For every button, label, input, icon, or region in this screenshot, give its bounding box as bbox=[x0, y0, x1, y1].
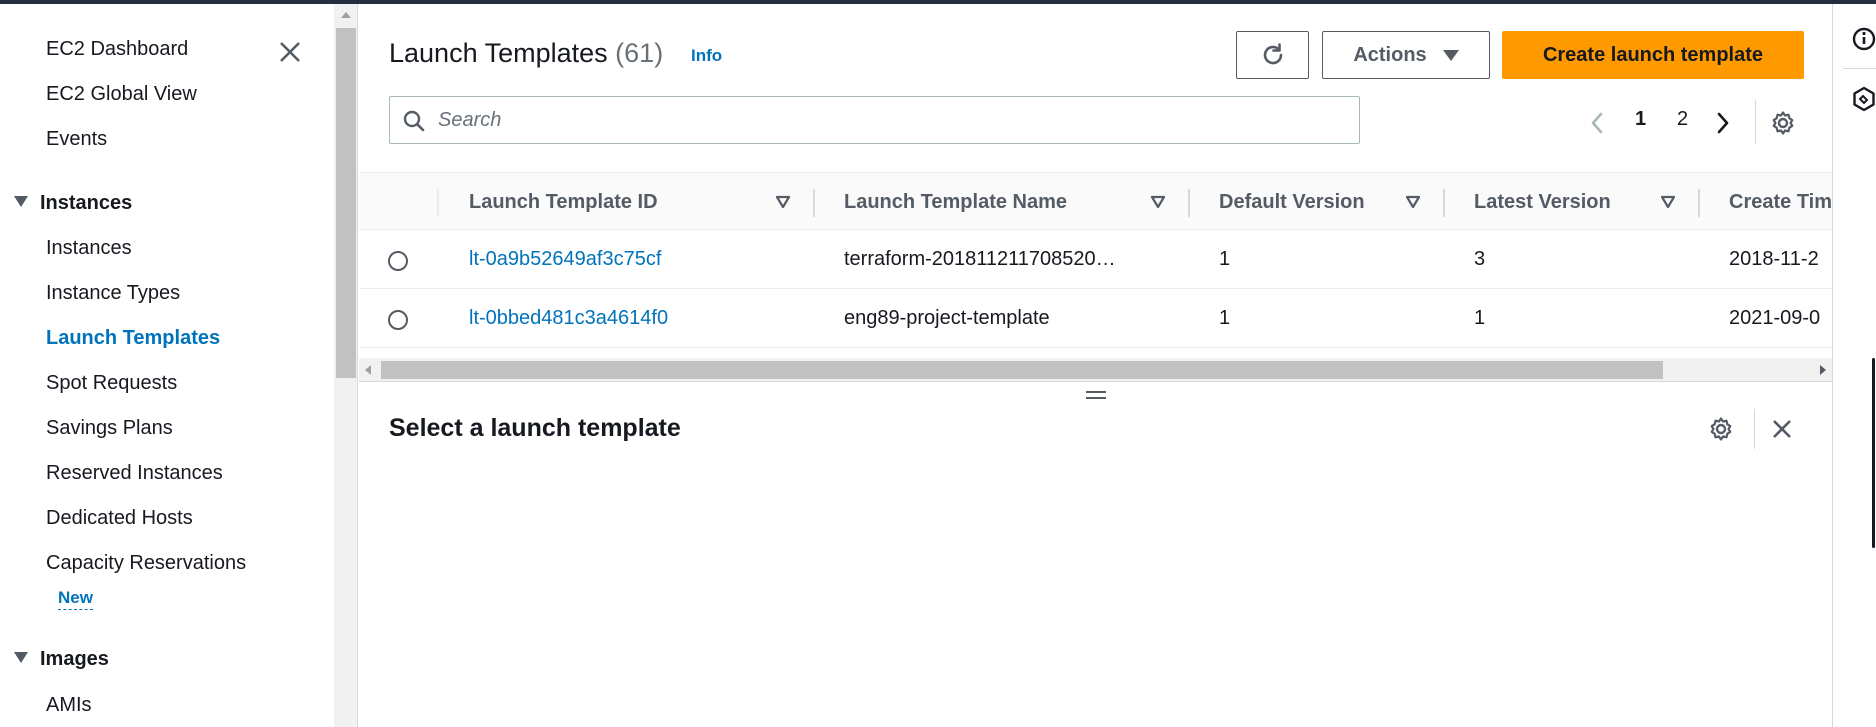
create-launch-template-button[interactable]: Create launch template bbox=[1502, 31, 1804, 79]
pagination-page-2[interactable]: 2 bbox=[1677, 108, 1688, 131]
sidebar-item-ec2-global-view[interactable]: EC2 Global View bbox=[46, 83, 197, 106]
row-select-radio[interactable] bbox=[388, 251, 408, 271]
search-field[interactable] bbox=[389, 96, 1360, 144]
pagination-next-icon[interactable] bbox=[1713, 110, 1733, 136]
sidebar-item-dedicated-hosts[interactable]: Dedicated Hosts bbox=[46, 507, 193, 530]
sidebar-scrollbar[interactable] bbox=[334, 4, 358, 727]
split-panel-resize-handle[interactable] bbox=[1086, 391, 1106, 403]
close-icon[interactable] bbox=[276, 38, 304, 66]
sidebar-item-spot-requests[interactable]: Spot Requests bbox=[46, 372, 177, 395]
page-title-text: Launch Templates bbox=[389, 38, 608, 68]
sidebar-item-instances[interactable]: Instances bbox=[46, 237, 132, 260]
scrollbar-thumb[interactable] bbox=[381, 361, 1663, 379]
page-title: Launch Templates (61) bbox=[389, 38, 663, 69]
pagination-prev-icon[interactable] bbox=[1587, 110, 1607, 136]
search-input[interactable] bbox=[438, 105, 1338, 135]
sort-icon[interactable] bbox=[1660, 195, 1676, 209]
create-time: 2018-11-2 bbox=[1729, 248, 1819, 270]
latest-version: 3 bbox=[1474, 248, 1486, 270]
sort-icon[interactable] bbox=[1405, 195, 1421, 209]
new-badge[interactable]: New bbox=[58, 588, 93, 610]
launch-template-name: terraform-201811211708520… bbox=[844, 248, 1116, 270]
hexagon-icon[interactable] bbox=[1851, 86, 1876, 112]
column-header-default-version[interactable]: Default Version bbox=[1219, 191, 1365, 214]
main-content: Launch Templates (61) Info Actions Creat… bbox=[359, 4, 1832, 727]
default-version: 1 bbox=[1219, 248, 1231, 270]
launch-template-id-link[interactable]: lt-0a9b52649af3c75cf bbox=[469, 248, 661, 271]
create-launch-template-label: Create launch template bbox=[1542, 43, 1764, 66]
sidebar-section-label: Images bbox=[40, 648, 109, 670]
sidebar-section-instances[interactable]: Instances bbox=[14, 192, 132, 215]
create-time: 2021-09-0 bbox=[1729, 307, 1821, 329]
sidebar-item-launch-templates[interactable]: Launch Templates bbox=[46, 327, 220, 350]
row-select-radio[interactable] bbox=[388, 310, 408, 330]
pagination-page-1[interactable]: 1 bbox=[1635, 108, 1646, 131]
sidebar-item-savings-plans[interactable]: Savings Plans bbox=[46, 417, 173, 440]
sidebar-item-instance-types[interactable]: Instance Types bbox=[46, 282, 180, 305]
sidebar-section-images[interactable]: Images bbox=[14, 648, 109, 671]
column-header-latest-version[interactable]: Latest Version bbox=[1474, 191, 1611, 214]
scroll-left-arrow-icon[interactable] bbox=[365, 365, 371, 375]
scroll-right-arrow-icon[interactable] bbox=[1820, 365, 1826, 375]
column-header-create-time[interactable]: Create Tim bbox=[1729, 191, 1832, 214]
column-header-launch-template-id[interactable]: Launch Template ID bbox=[469, 191, 658, 214]
sidebar-item-events[interactable]: Events bbox=[46, 128, 107, 151]
scrollbar-thumb[interactable] bbox=[336, 28, 356, 378]
sidebar-section-label: Instances bbox=[40, 192, 133, 214]
divider bbox=[1843, 68, 1876, 69]
table-row[interactable]: lt-0bbed481c3a4614f0 eng89-project-templ… bbox=[359, 289, 1832, 348]
actions-dropdown[interactable]: Actions bbox=[1322, 31, 1490, 79]
column-divider[interactable] bbox=[1698, 189, 1700, 217]
sidebar-item-amis[interactable]: AMIs bbox=[46, 694, 92, 717]
divider bbox=[1755, 100, 1756, 144]
gear-icon[interactable] bbox=[1770, 110, 1796, 136]
column-divider[interactable] bbox=[1443, 189, 1445, 217]
default-version: 1 bbox=[1219, 307, 1231, 329]
caret-down-icon bbox=[1442, 49, 1459, 61]
caret-down-icon bbox=[14, 196, 28, 208]
sort-icon[interactable] bbox=[775, 195, 791, 209]
caret-down-icon bbox=[14, 652, 28, 664]
column-divider[interactable] bbox=[813, 189, 815, 217]
sidebar-item-capacity-reservations[interactable]: Capacity Reservations bbox=[46, 552, 246, 575]
detail-panel-title: Select a launch template bbox=[389, 414, 681, 442]
item-count: (61) bbox=[615, 38, 664, 68]
right-tools-rail bbox=[1832, 4, 1876, 727]
sidebar-item-reserved-instances[interactable]: Reserved Instances bbox=[46, 462, 223, 485]
launch-template-id-link[interactable]: lt-0bbed481c3a4614f0 bbox=[469, 307, 668, 330]
panel-edge bbox=[1872, 358, 1875, 548]
table-horizontal-scrollbar[interactable] bbox=[359, 358, 1832, 382]
refresh-button[interactable] bbox=[1236, 31, 1309, 79]
latest-version: 1 bbox=[1474, 307, 1486, 329]
sidebar-nav: EC2 Dashboard EC2 Global View Events Ins… bbox=[0, 4, 334, 727]
sidebar-item-ec2-dashboard[interactable]: EC2 Dashboard bbox=[46, 38, 188, 61]
search-icon bbox=[403, 110, 425, 132]
close-icon[interactable] bbox=[1769, 416, 1795, 442]
refresh-icon bbox=[1263, 43, 1282, 65]
info-link[interactable]: Info bbox=[691, 46, 722, 66]
sort-icon[interactable] bbox=[1150, 195, 1166, 209]
table-header: Launch Template ID Launch Template Name … bbox=[359, 172, 1832, 230]
launch-template-name: eng89-project-template bbox=[844, 307, 1050, 329]
gear-icon[interactable] bbox=[1708, 416, 1734, 442]
divider bbox=[1754, 409, 1755, 449]
actions-label: Actions bbox=[1353, 43, 1427, 66]
info-icon[interactable] bbox=[1851, 26, 1876, 52]
table-row[interactable]: lt-0a9b52649af3c75cf terraform-201811211… bbox=[359, 230, 1832, 289]
scroll-up-arrow-icon[interactable] bbox=[341, 12, 351, 18]
column-divider[interactable] bbox=[1188, 189, 1190, 217]
column-divider bbox=[437, 189, 439, 217]
column-header-launch-template-name[interactable]: Launch Template Name bbox=[844, 191, 1067, 214]
